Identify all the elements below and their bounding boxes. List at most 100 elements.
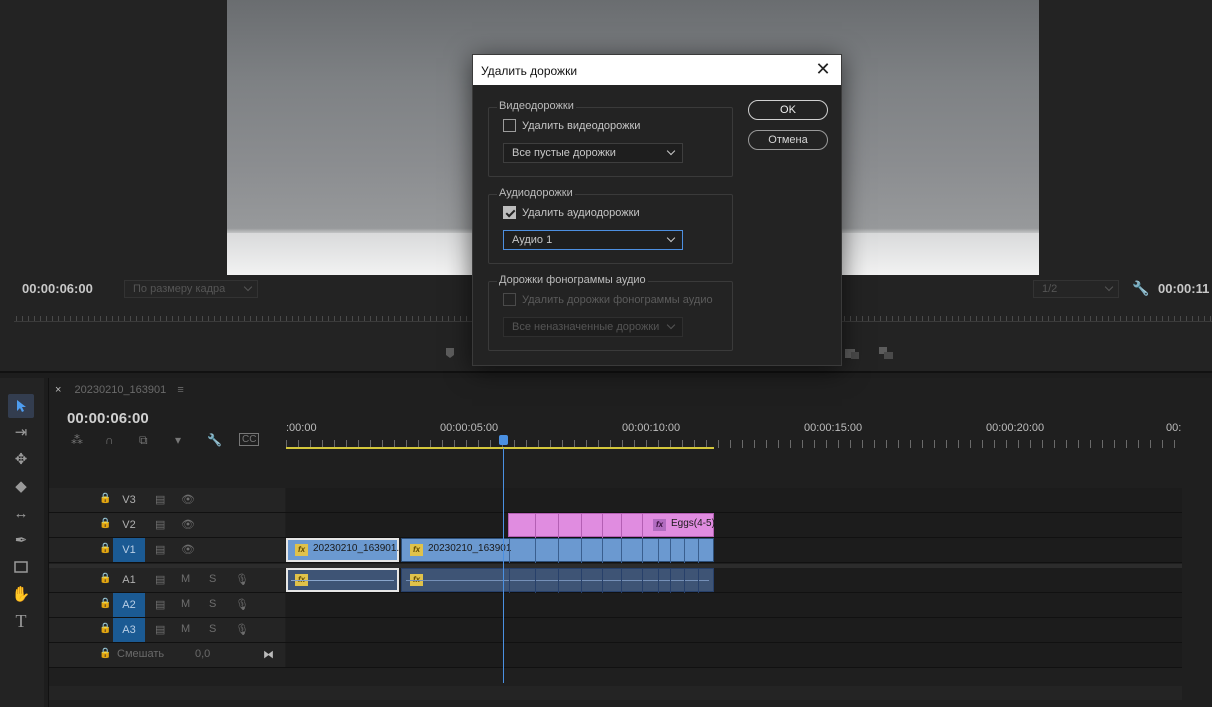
monitor-timecode-right[interactable]: 00:00:11	[1158, 281, 1209, 296]
cancel-button[interactable]: Отмена	[748, 130, 828, 150]
track-label[interactable]: A2	[113, 593, 145, 617]
ripple-edit-tool-icon[interactable]: ✥	[8, 447, 34, 471]
ruler-label: 00:00:05:00	[440, 422, 499, 434]
selection-tool-icon[interactable]	[8, 394, 34, 418]
track-v3: 🔒 V3 ▤ 👁	[49, 488, 1182, 513]
fit-dropdown[interactable]: По размеру кадра	[124, 280, 258, 298]
track-label[interactable]: V3	[113, 488, 145, 512]
sync-lock-icon[interactable]: ▤	[155, 543, 165, 556]
lock-icon[interactable]: 🔒	[99, 648, 111, 659]
sync-lock-icon[interactable]: ▤	[155, 518, 165, 531]
add-marker-icon[interactable]: ▾	[175, 433, 181, 447]
video-tracks-select[interactable]: Все пустые дорожки	[503, 143, 683, 163]
close-icon[interactable]: ✕	[813, 59, 833, 79]
microphone-icon[interactable]: 🎙	[235, 598, 249, 611]
track-label[interactable]: V1	[113, 538, 145, 562]
track-lane[interactable]	[286, 618, 1182, 642]
lock-icon[interactable]: 🔒	[99, 543, 111, 554]
track-lane[interactable]: fx fx	[286, 568, 1182, 593]
chevron-down-icon	[666, 146, 676, 156]
rectangle-tool-icon[interactable]	[8, 555, 34, 579]
track-label[interactable]: A3	[113, 618, 145, 642]
lock-icon[interactable]: 🔒	[99, 598, 111, 609]
snap-magnet-icon[interactable]: ∩	[105, 433, 114, 447]
mix-label: Смешать	[117, 648, 165, 660]
track-lane[interactable]	[286, 643, 1182, 667]
export-frame-icon[interactable]	[844, 346, 859, 360]
clip-v2-pink[interactable]: fx Eggs(4-5)	[508, 513, 715, 538]
wrench-icon[interactable]: 🔧	[1132, 280, 1149, 297]
solo-button[interactable]: S	[209, 598, 216, 610]
mix-value[interactable]: 0,0	[195, 648, 210, 660]
sync-lock-icon[interactable]: ▤	[155, 493, 165, 506]
delete-audio-checkbox[interactable]	[503, 206, 516, 219]
track-lane[interactable]	[286, 593, 1182, 617]
monitor-timecode-left[interactable]: 00:00:06:00	[22, 281, 93, 296]
razor-tool-icon[interactable]: ◆	[8, 474, 34, 498]
linked-selection-icon[interactable]: ⧉	[139, 433, 148, 448]
sequence-tab[interactable]: × 20230210_163901 ≡	[55, 384, 184, 396]
vertical-scrollbar[interactable]	[1184, 450, 1212, 683]
panel-menu-icon[interactable]: ≡	[177, 384, 183, 396]
track-label[interactable]: V2	[113, 513, 145, 537]
dialog-title: Удалить дорожки	[481, 64, 578, 78]
playhead-handle[interactable]	[499, 435, 508, 445]
solo-button[interactable]: S	[209, 623, 216, 635]
clip-a1-first[interactable]: fx	[286, 568, 399, 592]
sync-lock-icon[interactable]: ▤	[155, 598, 165, 611]
delete-video-checkbox[interactable]	[503, 119, 516, 132]
clip-v1-first[interactable]: fx 20230210_163901.	[286, 538, 399, 562]
settings-wrench-icon[interactable]: 🔧	[207, 433, 222, 447]
clip-a1-second[interactable]: fx	[401, 568, 714, 593]
captions-icon[interactable]: CC	[239, 433, 260, 446]
microphone-icon[interactable]: 🎙	[235, 573, 249, 586]
dialog-titlebar[interactable]: Удалить дорожки ✕	[473, 55, 841, 85]
ok-button[interactable]: OK	[748, 100, 828, 120]
eye-icon[interactable]: 👁	[181, 518, 195, 531]
solo-button[interactable]: S	[209, 573, 216, 585]
track-select-tool-icon[interactable]: ⇥	[8, 420, 34, 444]
horizontal-scrollbar[interactable]	[49, 686, 1182, 700]
group-title: Дорожки фонограммы аудио	[497, 274, 648, 286]
delete-audio-checkbox-row[interactable]: Удалить аудиодорожки	[503, 206, 640, 219]
time-ruler[interactable]: :00:00 00:00:05:00 00:00:10:00 00:00:15:…	[286, 414, 1182, 450]
track-lane[interactable]: fx Eggs(4-5)	[286, 513, 1182, 538]
marker-icon[interactable]	[444, 346, 458, 360]
work-area-bar[interactable]	[286, 447, 714, 449]
lock-icon[interactable]: 🔒	[99, 573, 111, 584]
chevron-down-icon	[666, 320, 676, 330]
nest-icon[interactable]: ⁂	[71, 433, 83, 447]
resolution-dropdown[interactable]: 1/2	[1033, 280, 1119, 298]
go-to-end-icon[interactable]: ⧓	[263, 648, 274, 661]
sync-lock-icon[interactable]: ▤	[155, 623, 165, 636]
track-lane[interactable]	[286, 488, 1182, 512]
ruler-label: 00:00:20:00	[986, 422, 1045, 434]
pen-tool-icon[interactable]: ✒	[8, 528, 34, 552]
chevron-down-icon	[666, 233, 676, 243]
compare-view-icon[interactable]	[878, 346, 893, 360]
clip-v1-second[interactable]: fx 20230210_163901	[401, 538, 714, 563]
type-tool-icon[interactable]: T	[8, 609, 34, 633]
eye-icon[interactable]: 👁	[181, 543, 195, 556]
eye-icon[interactable]: 👁	[181, 493, 195, 506]
sync-lock-icon[interactable]: ▤	[155, 573, 165, 586]
mute-button[interactable]: M	[181, 573, 190, 585]
track-label[interactable]: A1	[113, 568, 145, 592]
slip-tool-icon[interactable]: ↔	[8, 501, 34, 525]
lock-icon[interactable]: 🔒	[99, 493, 111, 504]
resolution-label: 1/2	[1042, 283, 1058, 295]
track-lane[interactable]: fx 20230210_163901. fx 20230210_163901	[286, 538, 1182, 563]
lock-icon[interactable]: 🔒	[99, 518, 111, 529]
close-tab-icon[interactable]: ×	[55, 384, 61, 396]
timeline-timecode[interactable]: 00:00:06:00	[67, 410, 149, 427]
mute-button[interactable]: M	[181, 623, 190, 635]
microphone-icon[interactable]: 🎙	[235, 623, 249, 636]
delete-submix-checkbox	[503, 293, 516, 306]
lock-icon[interactable]: 🔒	[99, 623, 111, 634]
audio-tracks-select[interactable]: Аудио 1	[503, 230, 683, 250]
delete-video-checkbox-row[interactable]: Удалить видеодорожки	[503, 119, 640, 132]
fx-badge: fx	[410, 544, 423, 556]
clip-label: 20230210_163901	[428, 543, 512, 554]
mute-button[interactable]: M	[181, 598, 190, 610]
hand-tool-icon[interactable]: ✋	[8, 582, 34, 606]
